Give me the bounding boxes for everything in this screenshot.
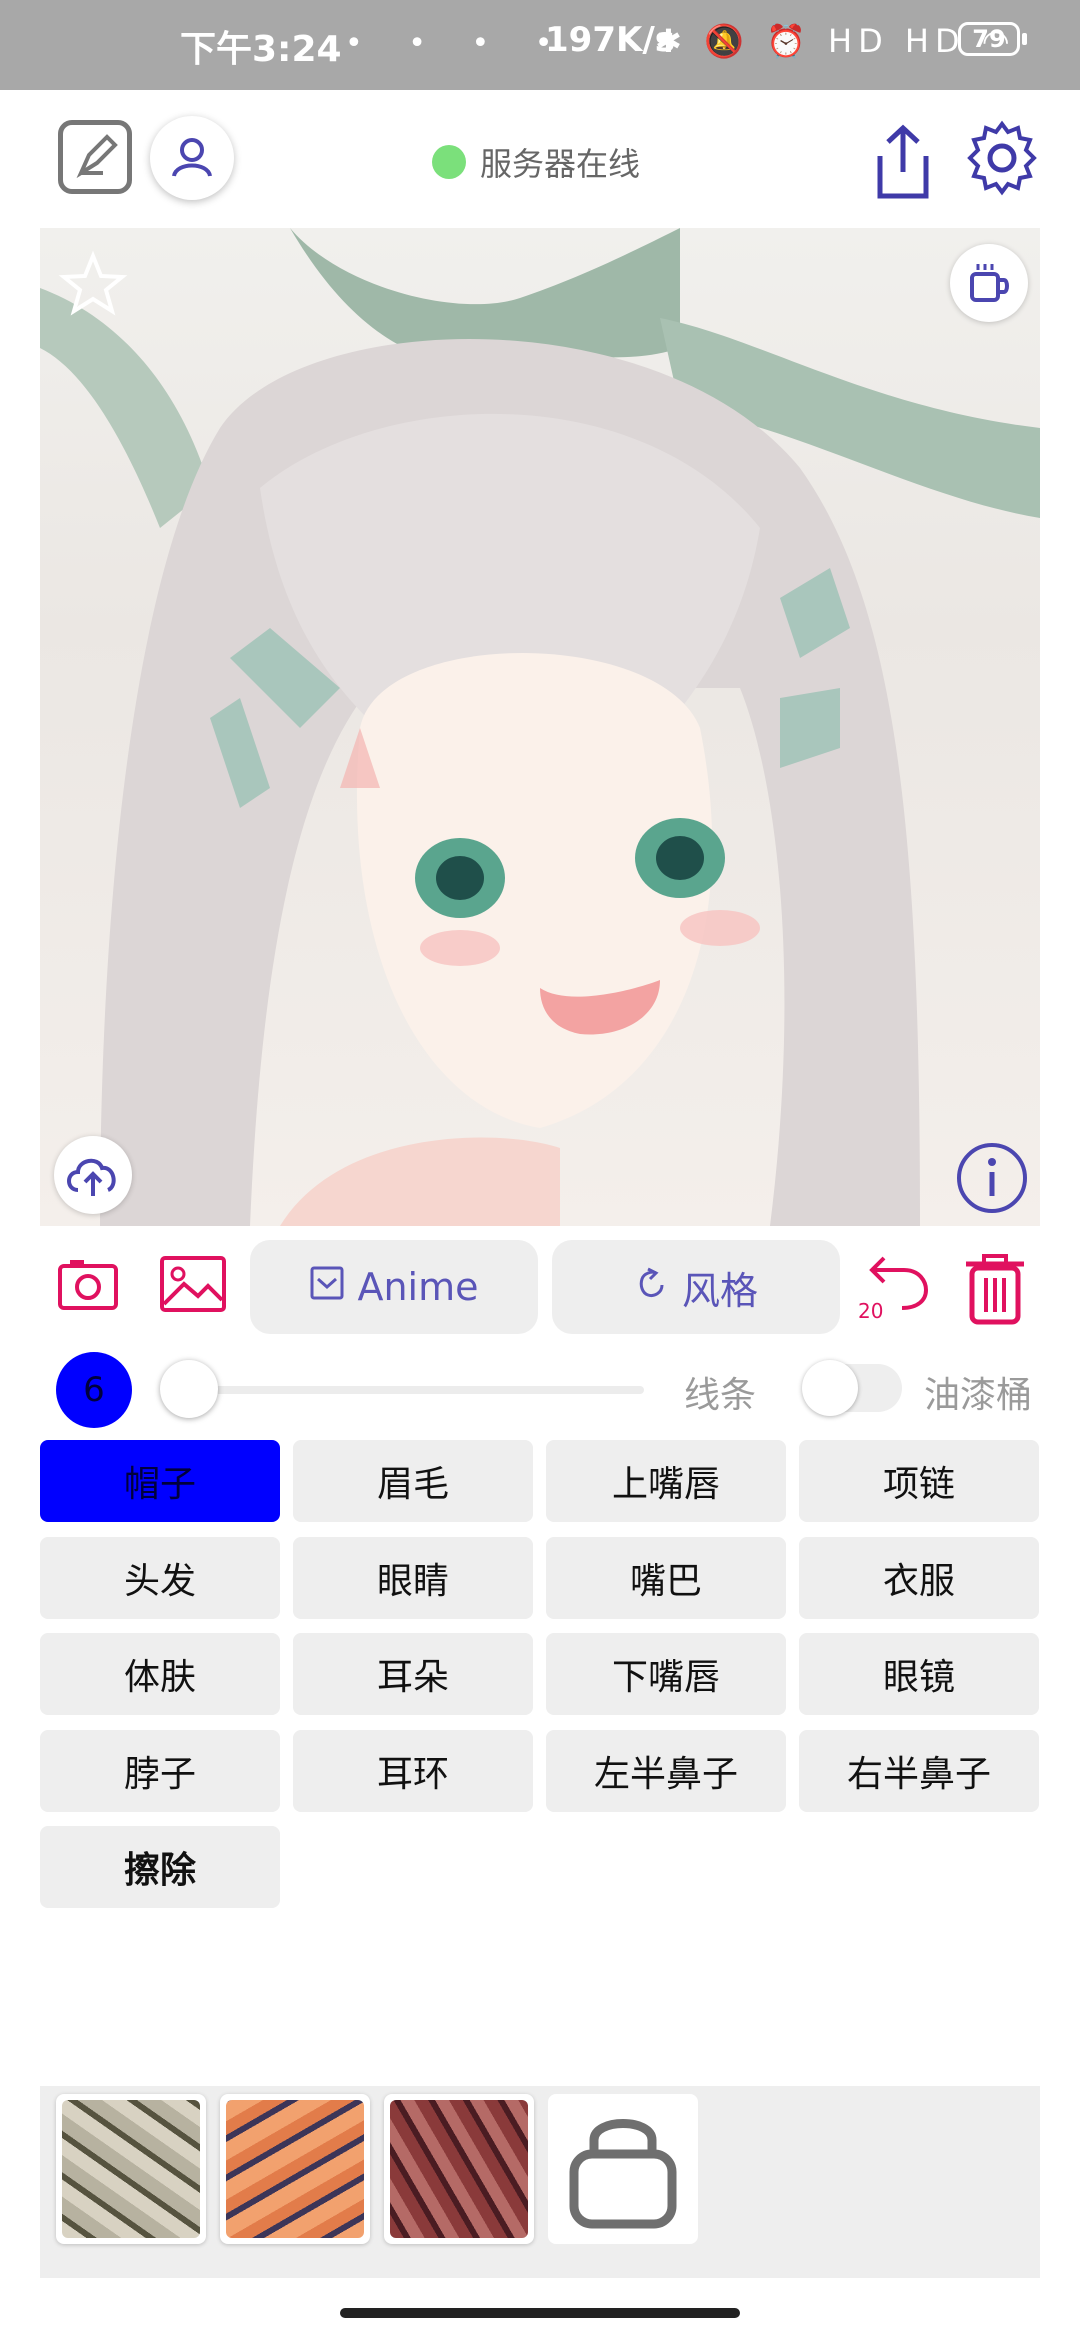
label-button[interactable]: 左半鼻子	[546, 1729, 786, 1812]
model-select-button[interactable]: Anime	[250, 1240, 538, 1334]
refresh-icon	[634, 1265, 670, 1310]
lines-label: 线条	[684, 1375, 757, 1416]
server-status-dot	[432, 145, 466, 179]
label-button[interactable]: 帽子	[40, 1440, 280, 1522]
undo-icon[interactable]: 20	[858, 1250, 934, 1323]
camera-icon[interactable]	[56, 1254, 120, 1314]
brush-size-slider-track[interactable]	[190, 1386, 644, 1394]
checkbox-icon	[309, 1265, 345, 1310]
cloud-upload-icon[interactable]	[54, 1136, 132, 1214]
info-icon[interactable]	[954, 1140, 1030, 1216]
user-icon[interactable]	[150, 116, 234, 200]
label-button[interactable]: 右半鼻子	[799, 1729, 1039, 1812]
anime-portrait-image	[40, 228, 1040, 1226]
label-button[interactable]: 脖子	[40, 1729, 280, 1812]
locked-texture-tile[interactable]	[548, 2094, 698, 2244]
label-button[interactable]: 耳环	[293, 1729, 533, 1812]
notification-dots: • • • •	[345, 26, 571, 61]
trash-icon[interactable]	[960, 1250, 1030, 1326]
label-button[interactable]: 擦除	[40, 1826, 280, 1908]
label-button[interactable]: 眉毛	[293, 1440, 533, 1522]
texture-swatch-beige[interactable]	[56, 2094, 206, 2244]
undo-count: 20	[858, 1299, 883, 1320]
label-button[interactable]: 嘴巴	[546, 1536, 786, 1619]
server-status: 服务器在线	[432, 142, 641, 183]
paint-bucket-toggle-thumb[interactable]	[802, 1360, 858, 1416]
canvas-image[interactable]	[40, 228, 1040, 1226]
lock-icon	[569, 2119, 677, 2229]
label-button[interactable]: 上嘴唇	[546, 1440, 786, 1522]
texture-preview	[62, 2100, 200, 2238]
texture-preview	[390, 2100, 528, 2238]
texture-strip	[40, 2086, 1040, 2278]
home-indicator	[340, 2308, 740, 2318]
status-bar: 下午3:24 • • • • 197K/s ✱ 🔕 ⏰ HD HD ◠ 79	[0, 0, 1080, 90]
share-icon[interactable]	[868, 122, 938, 202]
texture-swatch-maroon[interactable]	[384, 2094, 534, 2244]
battery-icon: 79	[958, 22, 1027, 56]
label-button[interactable]: 头发	[40, 1536, 280, 1619]
style-refresh-button[interactable]: 风格	[552, 1240, 840, 1334]
settings-gear-icon[interactable]	[962, 118, 1042, 198]
label-button[interactable]: 下嘴唇	[546, 1633, 786, 1715]
label-button[interactable]: 衣服	[799, 1536, 1039, 1619]
favorite-star-icon[interactable]	[58, 250, 128, 320]
edit-icon[interactable]	[58, 120, 132, 194]
label-button[interactable]: 项链	[799, 1440, 1039, 1522]
model-label: Anime	[357, 1265, 479, 1309]
gallery-image-icon[interactable]	[158, 1254, 228, 1314]
server-status-label: 服务器在线	[480, 145, 641, 183]
label-button[interactable]: 眼睛	[293, 1536, 533, 1619]
coffee-cup-icon[interactable]	[950, 244, 1028, 322]
label-button[interactable]: 耳朵	[293, 1633, 533, 1715]
texture-preview	[226, 2100, 364, 2238]
label-button[interactable]: 体肤	[40, 1633, 280, 1715]
label-button[interactable]: 眼镜	[799, 1633, 1039, 1715]
brush-size-slider-thumb[interactable]	[160, 1360, 218, 1418]
status-time: 下午3:24	[180, 29, 342, 70]
texture-swatch-orange[interactable]	[220, 2094, 370, 2244]
paint-bucket-label: 油漆桶	[924, 1375, 1033, 1416]
style-label: 风格	[681, 1268, 758, 1313]
brush-size-indicator[interactable]: 6	[56, 1352, 132, 1428]
